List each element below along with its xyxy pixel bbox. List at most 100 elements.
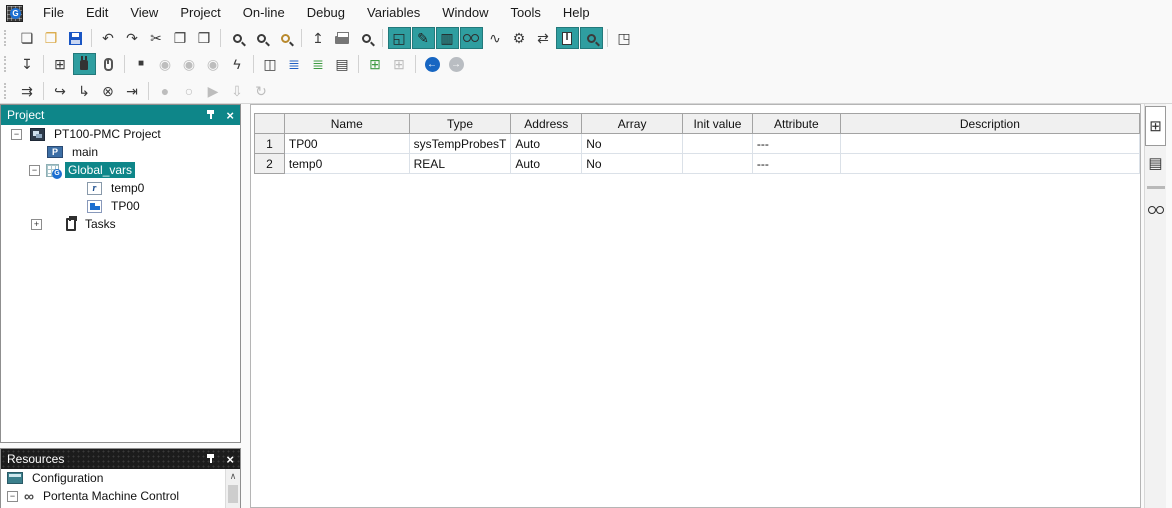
tree-item-pt100-pmc-project[interactable]: −PT100-PMC Project — [1, 125, 240, 143]
tool-window-button[interactable]: ✎ — [412, 27, 435, 49]
add-breakpoint-button[interactable]: ● — [154, 80, 177, 102]
pin-icon[interactable] — [205, 109, 216, 121]
delete-record-button[interactable]: ⊞ — [388, 53, 411, 75]
menu-tools[interactable]: Tools — [500, 0, 552, 26]
col-header-type[interactable]: Type — [409, 114, 511, 134]
hot-restart-button[interactable]: ◉ — [202, 53, 225, 75]
navigate-forward-button[interactable] — [445, 53, 468, 75]
menu-debug[interactable]: Debug — [296, 0, 356, 26]
trigger-list-button[interactable]: ▤ — [331, 53, 354, 75]
table-cell[interactable]: --- — [752, 154, 840, 174]
connect-button[interactable] — [73, 53, 96, 75]
scroll-up-icon[interactable]: ∧ — [226, 469, 240, 483]
table-cell[interactable]: No — [582, 154, 683, 174]
table-cell[interactable]: No — [582, 134, 683, 154]
table-cell[interactable] — [683, 134, 753, 154]
device-window-button[interactable]: ⚙ — [508, 27, 531, 49]
menu-project[interactable]: Project — [169, 0, 231, 26]
undo-button[interactable]: ↶ — [97, 27, 120, 49]
table-cell[interactable]: --- — [752, 134, 840, 154]
realtime-watch-button[interactable]: ≣ — [307, 53, 330, 75]
halt-button[interactable]: ■ — [130, 53, 153, 75]
table-cell[interactable]: TP00 — [284, 134, 409, 154]
row-number-cell[interactable]: 1 — [255, 134, 285, 154]
grid-view-button[interactable]: ⊞ — [1145, 106, 1166, 146]
stop-debug-button[interactable]: ⊗ — [97, 80, 120, 102]
full-screen-button[interactable]: ◳ — [613, 27, 636, 49]
tree-item-global-vars[interactable]: −Global_vars — [1, 161, 240, 179]
table-cell[interactable] — [840, 154, 1139, 174]
table-cell[interactable] — [683, 154, 753, 174]
redo-button[interactable]: ↷ — [121, 27, 144, 49]
live-debug-button[interactable]: ⇉ — [16, 80, 39, 102]
col-header-init-value[interactable]: Init value — [683, 114, 753, 134]
expand-toggle-icon[interactable]: − — [7, 491, 18, 502]
export-source-button[interactable]: ↥ — [307, 27, 330, 49]
continue-run-button[interactable]: ▶ — [202, 80, 225, 102]
tree-item-temp0[interactable]: rtemp0 — [1, 179, 240, 197]
cold-restart-button[interactable]: ◉ — [154, 53, 177, 75]
simulation-mode-button[interactable]: ⊞ — [49, 53, 72, 75]
tree-item-main[interactable]: Pmain — [1, 143, 240, 161]
print-button[interactable] — [331, 27, 354, 49]
expand-toggle-icon[interactable]: + — [31, 219, 42, 230]
col-header-rownum[interactable] — [255, 114, 285, 134]
flash-download-button[interactable]: ϟ — [226, 53, 249, 75]
menu-view[interactable]: View — [119, 0, 169, 26]
toolbar-grip[interactable] — [4, 83, 11, 99]
menu-on-line[interactable]: On-line — [232, 0, 296, 26]
step-down-button[interactable]: ⇩ — [226, 80, 249, 102]
tree-item-tp00[interactable]: TP00 — [1, 197, 240, 215]
table-cell[interactable]: temp0 — [284, 154, 409, 174]
close-icon[interactable]: × — [224, 453, 236, 466]
watch-variables-button[interactable] — [1145, 197, 1166, 223]
col-header-attribute[interactable]: Attribute — [752, 114, 840, 134]
warm-restart-button[interactable]: ◉ — [178, 53, 201, 75]
menu-window[interactable]: Window — [431, 0, 499, 26]
find-button[interactable] — [226, 27, 249, 49]
pin-icon[interactable] — [205, 453, 216, 465]
step-into-button[interactable]: ↳ — [73, 80, 96, 102]
tree-item-configuration[interactable]: Configuration — [1, 469, 240, 487]
save-project-button[interactable] — [64, 27, 87, 49]
expand-toggle-icon[interactable]: − — [29, 165, 40, 176]
download-code-button[interactable]: ↧ — [16, 53, 39, 75]
expand-toggle-icon[interactable]: − — [11, 129, 22, 140]
menu-help[interactable]: Help — [552, 0, 601, 26]
table-cell[interactable]: Auto — [511, 134, 582, 154]
print-preview-button[interactable] — [355, 27, 378, 49]
text-view-button[interactable]: ▤ — [1145, 150, 1166, 176]
paste-button[interactable]: ❒ — [193, 27, 216, 49]
run-to-cursor-button[interactable]: ⇥ — [121, 80, 144, 102]
find-next-button[interactable] — [250, 27, 273, 49]
menu-edit[interactable]: Edit — [75, 0, 119, 26]
tree-item-tasks[interactable]: +Tasks — [1, 215, 240, 233]
open-project-button[interactable]: ❐ — [40, 27, 63, 49]
watch-window-button[interactable] — [460, 27, 483, 49]
online-values-button[interactable]: ◫ — [259, 53, 282, 75]
oscilloscope-window-button[interactable]: ∿ — [484, 27, 507, 49]
toolbar-grip[interactable] — [4, 30, 11, 46]
table-cell[interactable]: sysTempProbesT — [409, 134, 511, 154]
remove-breakpoint-button[interactable]: ○ — [178, 80, 201, 102]
col-header-name[interactable]: Name — [284, 114, 409, 134]
table-cell[interactable]: REAL — [409, 154, 511, 174]
library-window-button[interactable]: ▥ — [436, 27, 459, 49]
menu-variables[interactable]: Variables — [356, 0, 431, 26]
loop-run-button[interactable]: ↻ — [250, 80, 273, 102]
col-header-description[interactable]: Description — [840, 114, 1139, 134]
project-window-button[interactable]: ◱ — [388, 27, 411, 49]
watch-list-button[interactable]: ≣ — [283, 53, 306, 75]
cross-reference-window-button[interactable]: ⇄ — [532, 27, 555, 49]
scrollbar-thumb[interactable] — [228, 485, 238, 503]
menu-file[interactable]: File — [32, 0, 75, 26]
find-results-window-button[interactable] — [580, 27, 603, 49]
toolbar-grip[interactable] — [4, 56, 11, 72]
tree-item-portenta-machine-control[interactable]: −∞Portenta Machine Control — [1, 487, 240, 505]
table-cell[interactable]: Auto — [511, 154, 582, 174]
output-window-button[interactable]: I — [556, 27, 579, 49]
mouse-actions-button[interactable] — [97, 53, 120, 75]
cut-button[interactable]: ✂ — [145, 27, 168, 49]
new-page-button[interactable]: ❏ — [16, 27, 39, 49]
table-cell[interactable] — [840, 134, 1139, 154]
